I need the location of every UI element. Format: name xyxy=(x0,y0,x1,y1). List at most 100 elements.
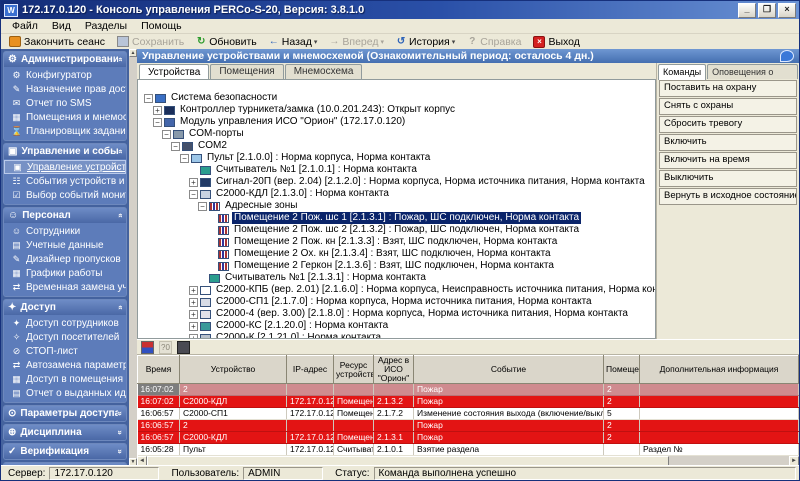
tree-item[interactable]: +Контроллер турникета/замка (10.0.201.24… xyxy=(138,104,655,116)
expand-icon[interactable]: + xyxy=(153,106,162,115)
notification-balloon-icon[interactable] xyxy=(780,50,794,62)
collapse-icon[interactable]: − xyxy=(171,142,180,151)
menu-sections[interactable]: Разделы xyxy=(78,20,134,32)
tree-item[interactable]: Помещение 2 Ох. кн [2.1.3.4] : Взят, ШС … xyxy=(138,248,655,260)
tab-rooms[interactable]: Помещения xyxy=(210,64,283,79)
section-administration-header[interactable]: ⚙Администрирование» xyxy=(4,52,126,67)
back-button[interactable]: ←Назад▾ xyxy=(263,35,324,49)
section-personnel-header[interactable]: ☺Персонал» xyxy=(4,208,126,223)
column-header[interactable]: Устройство xyxy=(180,356,287,384)
column-header[interactable]: Время xyxy=(138,356,180,384)
door-icon[interactable] xyxy=(177,341,190,354)
sidebar-item-stop-list[interactable]: ⊘СТОП-лист xyxy=(4,344,126,358)
turn-on-timed-button[interactable]: Включить на время xyxy=(659,152,797,169)
refresh-button[interactable]: ↻Обновить xyxy=(190,35,263,49)
sidebar-item-issued-identifiers-report[interactable]: ▤Отчет о выданных идентиф... xyxy=(4,386,126,400)
tree-item[interactable]: +С2000-КС [2.1.20.0] : Норма контакта xyxy=(138,320,655,332)
sidebar-item-work-schedules[interactable]: ▦Графики работы xyxy=(4,266,126,280)
sidebar-item-account-data[interactable]: ▤Учетные данные xyxy=(4,238,126,252)
disarm-button[interactable]: Снять с охраны xyxy=(659,98,797,115)
column-header[interactable]: Событие xyxy=(414,356,604,384)
expand-icon[interactable]: + xyxy=(189,310,198,319)
section-management-and-events-header[interactable]: ▣Управление и события» xyxy=(4,144,126,159)
sidebar-item-rooms-and-mnemoscheme[interactable]: ▦Помещения и мнемосхема xyxy=(4,110,126,124)
sidebar-item-device-management[interactable]: ▣Управление устройствами и... xyxy=(4,160,126,174)
section-verification-header[interactable]: ✓Верификация» xyxy=(4,444,126,459)
section-access-parameters-header[interactable]: ⊙Параметры доступа» xyxy=(4,406,126,421)
column-header[interactable]: IP-адрес xyxy=(287,356,334,384)
collapse-icon[interactable]: − xyxy=(180,154,189,163)
expand-icon[interactable]: + xyxy=(189,178,198,187)
sidebar-item-visitor-access[interactable]: ✧Доступ посетителей xyxy=(4,330,126,344)
tab-event-notifications[interactable]: Оповещения о событиях xyxy=(707,64,798,79)
close-button[interactable]: × xyxy=(778,3,796,18)
arm-button[interactable]: Поставить на охрану xyxy=(659,80,797,97)
section-access-header[interactable]: ✦Доступ» xyxy=(4,300,126,315)
chevron-up-icon[interactable]: » xyxy=(115,213,124,217)
sidebar-scrollbar[interactable]: ▲ ▼ xyxy=(129,49,137,466)
chevron-up-icon[interactable]: » xyxy=(115,149,124,153)
minimize-button[interactable]: _ xyxy=(738,3,756,18)
column-header[interactable]: Помещение xyxy=(604,356,640,384)
event-row[interactable]: 16:06:57С2000-КДЛ172.17.0.120Помещение 2… xyxy=(138,432,799,444)
chevron-down-icon[interactable]: » xyxy=(115,411,124,415)
mini-help-icon[interactable]: ?0 xyxy=(159,341,172,354)
tree-item[interactable]: −Модуль управления ИСО "Орион" (172.17.0… xyxy=(138,116,655,128)
tree-item[interactable]: Считыватель №1 [2.1.0.1] : Норма контакт… xyxy=(138,164,655,176)
sidebar-item-room-access[interactable]: ▦Доступ в помещения xyxy=(4,372,126,386)
tree-item[interactable]: Считыватель №1 [2.1.3.1] : Норма контакт… xyxy=(138,272,655,284)
column-header[interactable]: Ресурс устройства xyxy=(334,356,374,384)
event-row[interactable]: 16:06:57С2000-СП1172.17.0.120Помещение 2… xyxy=(138,408,799,420)
sidebar-item-sms-report[interactable]: ✉Отчет по SMS xyxy=(4,96,126,110)
tree-item[interactable]: −С2000-КДЛ [2.1.3.0] : Норма контакта xyxy=(138,188,655,200)
collapse-icon[interactable]: − xyxy=(153,118,162,127)
chevron-down-icon[interactable]: » xyxy=(115,449,124,453)
event-row[interactable]: 16:06:572Пожар2 xyxy=(138,420,799,432)
end-session-button[interactable]: Закончить сеанс xyxy=(3,35,111,49)
collapse-icon[interactable]: − xyxy=(198,202,207,211)
event-row[interactable]: 16:07:02С2000-КДЛ172.17.0.120Помещение 2… xyxy=(138,396,799,408)
tree-item[interactable]: −Пульт [2.1.0.0] : Норма корпуса, Норма … xyxy=(138,152,655,164)
menu-help[interactable]: Помощь xyxy=(134,20,189,32)
history-button[interactable]: ↺История▾ xyxy=(390,35,461,49)
column-header[interactable]: Адрес в ИСО "Орион" xyxy=(374,356,414,384)
reset-alarm-button[interactable]: Сбросить тревогу xyxy=(659,116,797,133)
collapse-icon[interactable]: − xyxy=(162,130,171,139)
sidebar-item-temporary-account-replacement[interactable]: ⇄Временная замена учетных ... xyxy=(4,280,126,294)
tree-item[interactable]: −COM2 xyxy=(138,140,655,152)
sidebar-item-badge-designer[interactable]: ✎Дизайнер пропусков xyxy=(4,252,126,266)
sidebar-item-auto-replace-access-params[interactable]: ⇄Автозамена параметров до... xyxy=(4,358,126,372)
menu-file[interactable]: Файл xyxy=(5,20,45,32)
tree-item[interactable]: −Система безопасности xyxy=(138,92,655,104)
tree-item[interactable]: Помещение 2 Пож. шс 1 [2.1.3.1] : Пожар,… xyxy=(138,212,655,224)
scroll-up-icon[interactable]: ▲ xyxy=(129,49,137,57)
chevron-up-icon[interactable]: » xyxy=(115,57,124,61)
tree-item[interactable]: +С2000-4 (вер. 3.00) [2.1.8.0] : Норма к… xyxy=(138,308,655,320)
tab-devices[interactable]: Устройства xyxy=(139,64,209,80)
collapse-icon[interactable]: − xyxy=(189,190,198,199)
column-header[interactable]: Дополнительная информация xyxy=(640,356,799,384)
sidebar-item-employees[interactable]: ☺Сотрудники xyxy=(4,224,126,238)
exit-button[interactable]: ×Выход xyxy=(527,35,585,49)
event-row[interactable]: 16:07:022Пожар2 xyxy=(138,384,799,396)
tree-item[interactable]: +Сигнал-20П (вер. 2.04) [2.1.2.0] : Норм… xyxy=(138,176,655,188)
turn-off-button[interactable]: Выключить xyxy=(659,170,797,187)
sidebar-item-device-events[interactable]: ☷События устройств и дейст... xyxy=(4,174,126,188)
tree-item[interactable]: Помещение 2 Пож. кн [2.1.3.3] : Взят, ШС… xyxy=(138,236,655,248)
turn-on-button[interactable]: Включить xyxy=(659,134,797,151)
maximize-button[interactable]: ❐ xyxy=(758,3,776,18)
tree-item[interactable]: −Адресные зоны xyxy=(138,200,655,212)
tree-item[interactable]: Помещение 2 Пож. шс 2 [2.1.3.2] : Пожар,… xyxy=(138,224,655,236)
tree-item[interactable]: +С2000-К [2.1.21.0] : Норма контакта xyxy=(138,332,655,339)
tab-commands[interactable]: Команды xyxy=(658,64,706,80)
expand-icon[interactable]: + xyxy=(189,286,198,295)
sidebar-item-task-scheduler[interactable]: ⌛Планировщик заданий xyxy=(4,124,126,138)
tree-item[interactable]: +С2000-СП1 [2.1.7.0] : Норма корпуса, Но… xyxy=(138,296,655,308)
sidebar-item-access-rights-assignment[interactable]: ✎Назначение прав доступа о... xyxy=(4,82,126,96)
collapse-icon[interactable]: − xyxy=(144,94,153,103)
expand-icon[interactable]: + xyxy=(189,334,198,340)
menu-view[interactable]: Вид xyxy=(45,20,78,32)
sidebar-item-configurator[interactable]: ⚙Конфигуратор xyxy=(4,68,126,82)
expand-icon[interactable]: + xyxy=(189,298,198,307)
tree-item[interactable]: −COM-порты xyxy=(138,128,655,140)
